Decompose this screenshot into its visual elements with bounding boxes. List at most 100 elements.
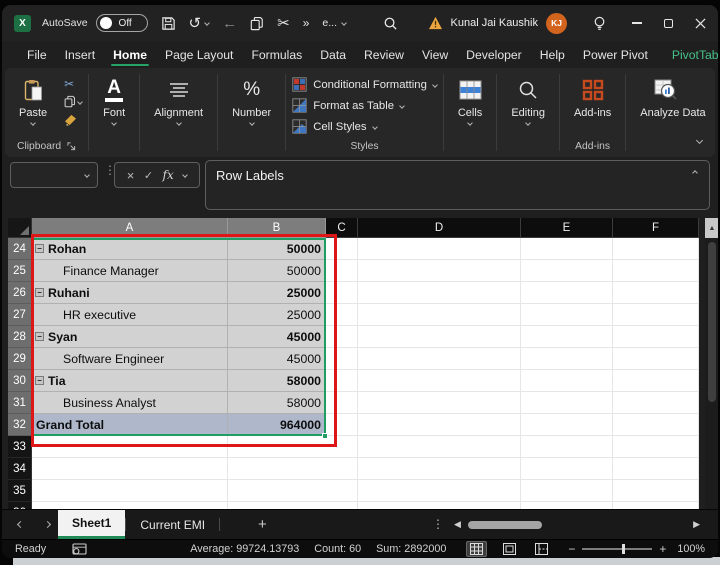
cell-c26[interactable] (326, 282, 358, 304)
cell-e33[interactable] (521, 436, 613, 458)
cells-button[interactable]: Cells (450, 73, 490, 126)
excel-logo-icon[interactable]: X (14, 14, 31, 32)
cell-f26[interactable] (613, 282, 699, 304)
page-break-view-button[interactable] (532, 542, 551, 556)
tab-insert[interactable]: Insert (56, 41, 104, 68)
cell-b35[interactable] (228, 480, 326, 502)
row-header-26[interactable]: 26 (8, 282, 32, 304)
cell-e27[interactable] (521, 304, 613, 326)
cut-ribbon-button[interactable]: ✂ (64, 76, 82, 91)
cell-d33[interactable] (358, 436, 521, 458)
avatar[interactable]: KJ (546, 12, 567, 34)
row-header-34[interactable]: 34 (8, 458, 32, 480)
cell-e29[interactable] (521, 348, 613, 370)
cell-d35[interactable] (358, 480, 521, 502)
row-header-30[interactable]: 30 (8, 370, 32, 392)
column-header-c[interactable]: C (326, 218, 358, 238)
cell-b31[interactable]: 58000 (228, 392, 326, 414)
fill-handle[interactable] (322, 433, 328, 439)
cell-a24[interactable]: − Rohan (32, 238, 228, 260)
formula-input[interactable]: Row Labels (205, 160, 710, 210)
cell-c36[interactable] (326, 502, 358, 509)
collapse-ribbon-button[interactable] (695, 130, 704, 148)
cell-e25[interactable] (521, 260, 613, 282)
cell-a28[interactable]: − Syan (32, 326, 228, 348)
cell-d25[interactable] (358, 260, 521, 282)
cell-e36[interactable] (521, 502, 613, 509)
cell-b28[interactable]: 45000 (228, 326, 326, 348)
hscroll-right-button[interactable]: ▶ (693, 519, 700, 530)
row-header-32[interactable]: 32 (8, 414, 32, 436)
row-header-24[interactable]: 24 (8, 238, 32, 260)
cell-c28[interactable] (326, 326, 358, 348)
cell-b27[interactable]: 25000 (228, 304, 326, 326)
number-button[interactable]: % Number (224, 73, 279, 126)
close-button[interactable] (695, 17, 706, 29)
cell-b26[interactable]: 25000 (228, 282, 326, 304)
tab-help[interactable]: Help (531, 41, 574, 68)
cell-e32[interactable] (521, 414, 613, 436)
cell-b25[interactable]: 50000 (228, 260, 326, 282)
row-header-25[interactable]: 25 (8, 260, 32, 282)
cancel-button[interactable]: × (127, 168, 135, 183)
cell-f28[interactable] (613, 326, 699, 348)
analyze-data-button[interactable]: Analyze Data (632, 73, 706, 121)
autosave-toggle[interactable]: Off (95, 14, 148, 32)
cell-c24[interactable] (326, 238, 358, 260)
alignment-button[interactable]: Alignment (146, 73, 211, 126)
cell-f36[interactable] (613, 502, 699, 509)
cell-e34[interactable] (521, 458, 613, 480)
zoom-out-button[interactable]: − (568, 542, 575, 556)
new-sheet-button[interactable]: + (246, 510, 279, 539)
sheet-options-button[interactable]: ⋮ (432, 517, 444, 531)
collapse-button[interactable]: − (35, 376, 44, 385)
cell-f32[interactable] (613, 414, 699, 436)
cell-b32[interactable]: 964000 (228, 414, 326, 436)
cell-e30[interactable] (521, 370, 613, 392)
page-layout-view-button[interactable] (500, 542, 519, 556)
scroll-up-button[interactable]: ▲ (705, 218, 718, 238)
cell-f30[interactable] (613, 370, 699, 392)
collapse-button[interactable]: − (35, 332, 44, 341)
row-header-33[interactable]: 33 (8, 436, 32, 458)
cell-d29[interactable] (358, 348, 521, 370)
tab-review[interactable]: Review (355, 41, 413, 68)
user-name[interactable]: Kunal Jai Kaushik (451, 17, 538, 29)
format-painter-button[interactable] (64, 112, 82, 127)
cell-a33[interactable] (32, 436, 228, 458)
editing-button[interactable]: Editing (503, 73, 553, 126)
column-header-e[interactable]: E (521, 218, 613, 238)
copy-button[interactable] (250, 16, 264, 31)
collapse-button[interactable]: − (35, 288, 44, 297)
column-header-b[interactable]: B (228, 218, 326, 238)
addins-button[interactable]: Add-ins (566, 73, 619, 119)
cell-c30[interactable] (326, 370, 358, 392)
zoom-slider[interactable] (582, 544, 653, 554)
cell-a31[interactable]: Business Analyst (32, 392, 228, 414)
cell-d27[interactable] (358, 304, 521, 326)
hscroll-left-button[interactable]: ◀ (454, 519, 461, 530)
cell-c35[interactable] (326, 480, 358, 502)
notification-warning-button[interactable] (428, 16, 443, 30)
cell-a34[interactable] (32, 458, 228, 480)
tab-page-layout[interactable]: Page Layout (156, 41, 242, 68)
title-more-button[interactable]: e... (322, 17, 347, 29)
cell-a27[interactable]: HR executive (32, 304, 228, 326)
sheet-tab-current-emi[interactable]: Current EMI (126, 510, 219, 539)
name-box[interactable] (10, 162, 98, 188)
cell-f25[interactable] (613, 260, 699, 282)
cell-d31[interactable] (358, 392, 521, 414)
maximize-button[interactable] (664, 18, 673, 28)
row-header-29[interactable]: 29 (8, 348, 32, 370)
zoom-level[interactable]: 100% (677, 543, 705, 555)
cell-b33[interactable] (228, 436, 326, 458)
collapse-button[interactable]: − (35, 244, 44, 253)
cell-d30[interactable] (358, 370, 521, 392)
tab-data[interactable]: Data (311, 41, 355, 68)
tab-file[interactable]: File (18, 41, 56, 68)
tab-developer[interactable]: Developer (457, 41, 531, 68)
cell-c27[interactable] (326, 304, 358, 326)
select-all-button[interactable] (8, 218, 32, 238)
macro-record-button[interactable] (72, 543, 87, 555)
cell-e26[interactable] (521, 282, 613, 304)
